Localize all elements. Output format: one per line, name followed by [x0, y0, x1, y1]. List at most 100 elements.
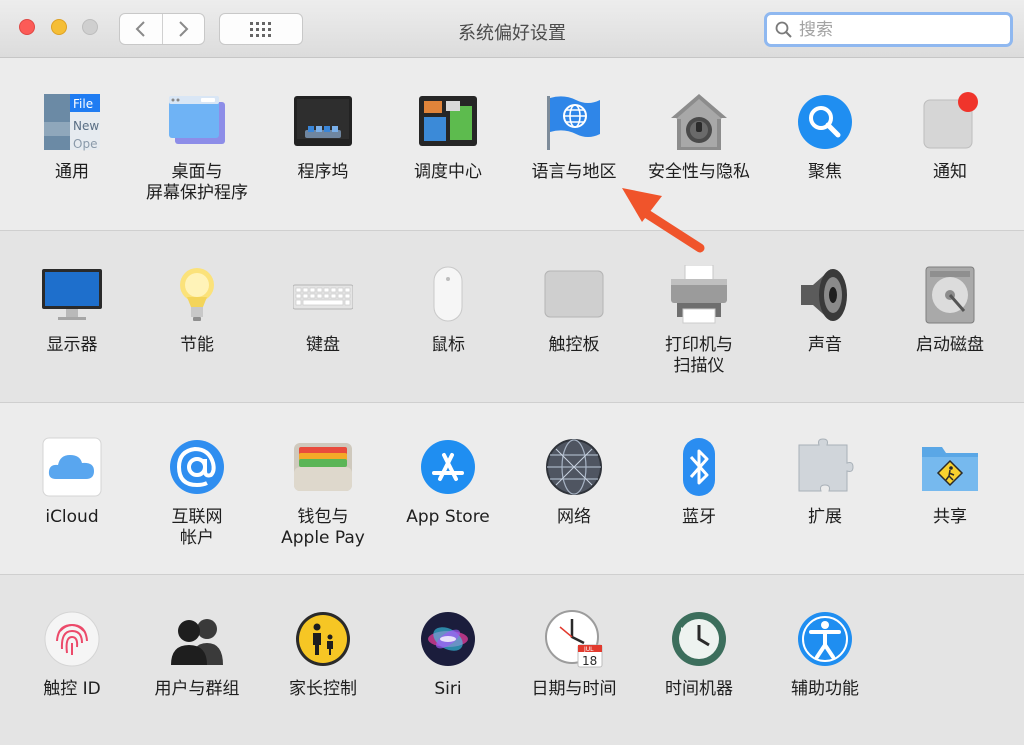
general-icon-open-text: Ope: [73, 137, 97, 151]
pane-label: App Store: [406, 507, 490, 527]
search-input[interactable]: [799, 19, 989, 40]
pane-label: 网络: [557, 507, 591, 527]
pane-users-groups[interactable]: 用户与群组: [135, 575, 259, 725]
search-field[interactable]: [764, 12, 1013, 47]
pane-label: 显示器: [46, 335, 98, 355]
energy-saver-icon: [167, 265, 227, 325]
spotlight-icon: [795, 92, 855, 152]
back-button[interactable]: [120, 14, 162, 44]
pane-row-system: 触控 ID 用户与群组 家长控制 Siri JUL 18 日期与时间 时间机器 …: [0, 575, 1024, 745]
minimize-window-button[interactable]: [51, 19, 67, 35]
pane-language-region[interactable]: 语言与地区: [512, 58, 636, 208]
general-icon-file-text: File: [73, 97, 93, 111]
pane-desktop-screensaver[interactable]: 桌面与 屏幕保护程序: [135, 58, 259, 208]
startup-disk-icon: [920, 265, 980, 325]
pane-mouse[interactable]: 鼠标: [386, 231, 510, 381]
pane-label: 通知: [933, 162, 967, 182]
pane-security-privacy[interactable]: 安全性与隐私: [637, 58, 761, 208]
displays-icon: [42, 265, 102, 325]
pane-label: 桌面与 屏幕保护程序: [146, 162, 248, 203]
calendar-day-text: 18: [582, 654, 597, 668]
mouse-icon: [418, 265, 478, 325]
pane-spotlight[interactable]: 聚焦: [763, 58, 887, 208]
pane-keyboard[interactable]: 键盘: [261, 231, 385, 381]
siri-icon: [418, 609, 478, 669]
sound-icon: [795, 265, 855, 325]
extensions-icon: [795, 437, 855, 497]
pane-label: 通用: [55, 162, 89, 182]
touch-id-icon: [42, 609, 102, 669]
internet-accounts-icon: [167, 437, 227, 497]
pane-label: 互联网 帐户: [171, 507, 223, 548]
pane-energy-saver[interactable]: 节能: [135, 231, 259, 381]
pane-app-store[interactable]: App Store: [386, 403, 510, 553]
pane-row-internet: iCloud 互联网 帐户 钱包与 Apple Pay App Store 网络…: [0, 403, 1024, 574]
printers-scanners-icon: [669, 265, 729, 325]
parental-controls-icon: [293, 609, 353, 669]
pane-trackpad[interactable]: 触控板: [512, 231, 636, 381]
pane-mission-control[interactable]: 调度中心: [386, 58, 510, 208]
pane-touch-id[interactable]: 触控 ID: [10, 575, 134, 725]
forward-button[interactable]: [161, 14, 205, 44]
notifications-icon: [920, 92, 980, 152]
general-icon-new-text: New: [73, 119, 99, 133]
pane-label: 扩展: [808, 507, 842, 527]
grid-icon: [250, 22, 271, 37]
calendar-month-text: JUL: [583, 646, 594, 653]
trackpad-icon: [544, 265, 604, 325]
chevron-left-icon: [135, 21, 145, 37]
pane-label: 安全性与隐私: [648, 162, 750, 182]
pane-sound[interactable]: 声音: [763, 231, 887, 381]
pane-network[interactable]: 网络: [512, 403, 636, 553]
wallet-applepay-icon: [293, 437, 353, 497]
network-icon: [544, 437, 604, 497]
pane-date-time[interactable]: JUL 18 日期与时间: [512, 575, 636, 725]
show-all-button[interactable]: [219, 13, 303, 45]
pane-siri[interactable]: Siri: [386, 575, 510, 725]
pane-label: 聚焦: [808, 162, 842, 182]
pane-wallet-applepay[interactable]: 钱包与 Apple Pay: [261, 403, 385, 553]
desktop-screensaver-icon: [167, 92, 227, 152]
pane-label: 蓝牙: [682, 507, 716, 527]
pane-icloud[interactable]: iCloud: [10, 403, 134, 553]
pane-time-machine[interactable]: 时间机器: [637, 575, 761, 725]
pane-displays[interactable]: 显示器: [10, 231, 134, 381]
pane-label: 触控板: [548, 335, 600, 355]
close-window-button[interactable]: [19, 19, 35, 35]
chevron-right-icon: [179, 21, 189, 37]
pane-general[interactable]: File New Ope 通用: [10, 58, 134, 208]
pane-label: 共享: [933, 507, 967, 527]
pane-extensions[interactable]: 扩展: [763, 403, 887, 553]
pane-label: iCloud: [45, 507, 99, 527]
pane-dock[interactable]: 程序坞: [261, 58, 385, 208]
window-title: 系统偏好设置: [458, 23, 566, 44]
users-groups-icon: [167, 609, 227, 669]
security-privacy-icon: [669, 92, 729, 152]
pane-label: 钱包与 Apple Pay: [281, 507, 365, 548]
pane-internet-accounts[interactable]: 互联网 帐户: [135, 403, 259, 553]
pane-label: 调度中心: [414, 162, 482, 182]
mission-control-icon: [418, 92, 478, 152]
search-icon: [775, 21, 792, 38]
pane-row-hardware: 显示器 节能 键盘 鼠标 触控板 打印机与 扫描仪 声音 启动磁盘: [0, 231, 1024, 402]
pane-bluetooth[interactable]: 蓝牙: [637, 403, 761, 553]
pane-sharing[interactable]: 共享: [888, 403, 1012, 553]
pane-label: 程序坞: [297, 162, 349, 182]
bluetooth-icon: [669, 437, 729, 497]
icloud-icon: [42, 437, 102, 497]
pane-startup-disk[interactable]: 启动磁盘: [888, 231, 1012, 381]
app-store-icon: [418, 437, 478, 497]
pane-label: 键盘: [306, 335, 340, 355]
pane-notifications[interactable]: 通知: [888, 58, 1012, 208]
pane-row-personal: File New Ope 通用 桌面与 屏幕保护程序 程序坞 调度中心 语言与地…: [0, 58, 1024, 230]
zoom-window-button[interactable]: [82, 19, 98, 35]
pane-label: 启动磁盘: [916, 335, 984, 355]
sharing-icon: [920, 437, 980, 497]
keyboard-icon: [293, 265, 353, 325]
pane-accessibility[interactable]: 辅助功能: [763, 575, 887, 725]
pane-parental-controls[interactable]: 家长控制: [261, 575, 385, 725]
language-region-icon: [544, 92, 604, 152]
pane-printers-scanners[interactable]: 打印机与 扫描仪: [637, 231, 761, 381]
toolbar: 系统偏好设置: [0, 0, 1024, 58]
pane-label: 鼠标: [431, 335, 465, 355]
